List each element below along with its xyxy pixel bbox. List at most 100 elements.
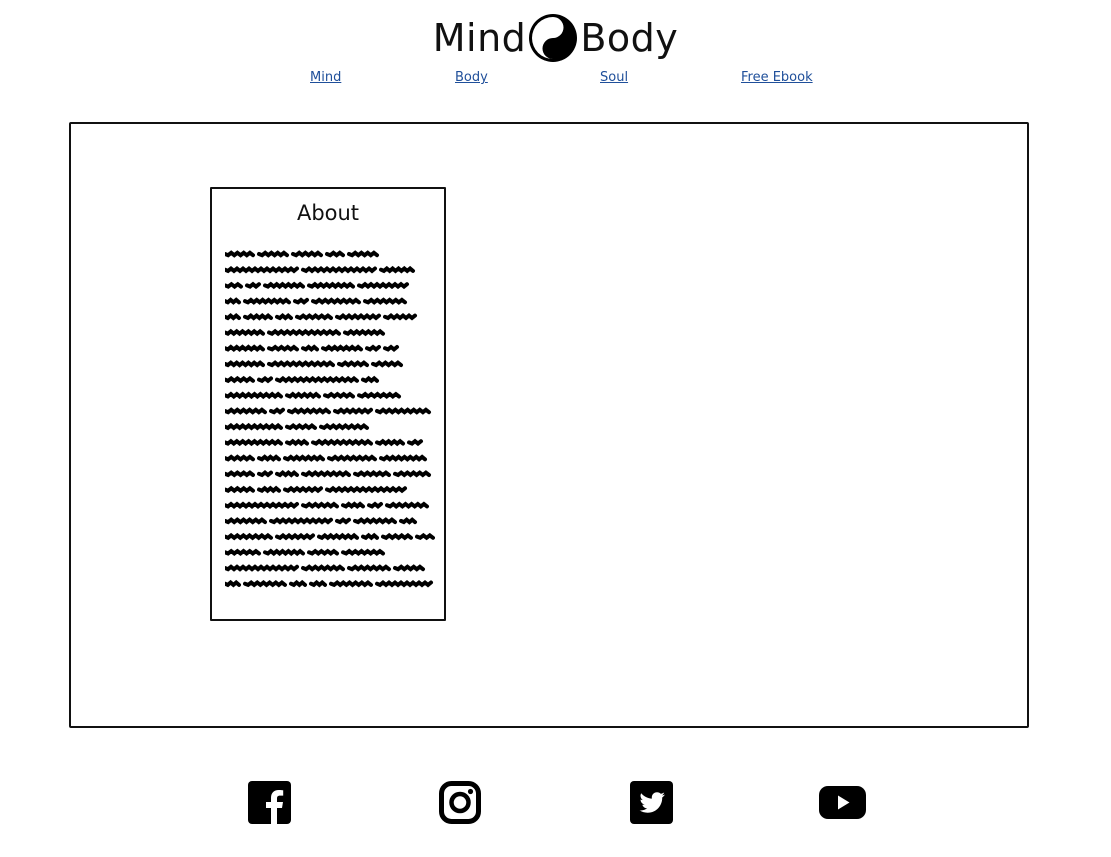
scribble-word <box>225 470 255 478</box>
scribble-word <box>225 375 255 384</box>
scribble-word <box>287 407 331 415</box>
scribble-word <box>341 501 365 510</box>
scribble-word <box>325 485 407 494</box>
scribble-word <box>225 548 261 557</box>
scribble-word <box>225 344 265 352</box>
scribble-word <box>379 265 415 274</box>
scribble-word <box>415 532 435 541</box>
scribble-word <box>393 470 431 478</box>
scribble-word <box>383 313 417 321</box>
scribble-word <box>375 407 431 415</box>
scribble-word <box>335 517 351 525</box>
scribble-word <box>383 344 399 352</box>
scribble-word <box>225 281 243 290</box>
scribble-word <box>301 470 351 478</box>
scribble-word <box>301 501 339 509</box>
scribble-word <box>225 438 283 447</box>
scribble-word <box>283 454 325 462</box>
scribble-word <box>371 360 403 368</box>
scribble-word <box>225 454 255 462</box>
logo-word-left: Mind <box>432 15 527 60</box>
scribble-word <box>267 360 335 368</box>
scribble-word <box>375 579 433 588</box>
site-logo[interactable]: Mind Body <box>0 10 1111 63</box>
scribble-word <box>285 391 321 400</box>
scribble-word <box>225 407 267 415</box>
about-card: About <box>210 187 446 621</box>
scribble-word <box>385 501 429 509</box>
scribble-word <box>257 485 281 494</box>
scribble-word <box>275 532 315 541</box>
scribble-word <box>343 328 385 337</box>
scribble-word <box>307 281 355 290</box>
scribble-word <box>225 250 255 258</box>
scribble-word <box>301 265 377 274</box>
scribble-word <box>225 532 273 541</box>
twitter-icon <box>630 781 673 824</box>
logo-word-right: Body <box>580 15 679 60</box>
scribble-word <box>357 391 401 400</box>
youtube-icon <box>819 786 866 819</box>
scribble-word <box>275 312 293 321</box>
scribble-word <box>325 250 345 258</box>
scribble-word <box>341 548 385 557</box>
scribble-word <box>257 470 273 478</box>
facebook-link[interactable] <box>248 781 291 828</box>
scribble-word <box>375 438 405 447</box>
scribble-word <box>321 344 363 352</box>
scribble-word <box>323 391 355 400</box>
nav-link-mind[interactable]: Mind <box>310 70 341 85</box>
scribble-word <box>225 328 265 337</box>
scribble-word <box>243 312 273 321</box>
scribble-word <box>243 579 287 588</box>
nav-link-body[interactable]: Body <box>455 70 488 85</box>
scribble-word <box>263 281 305 290</box>
nav-link-free-ebook[interactable]: Free Ebook <box>741 70 813 85</box>
scribble-word <box>365 344 381 352</box>
scribble-word <box>311 438 373 447</box>
scribble-word <box>263 548 305 557</box>
scribble-word <box>337 360 369 368</box>
scribble-word <box>367 501 383 509</box>
scribble-word <box>275 469 299 478</box>
scribble-word <box>357 281 409 290</box>
scribble-word <box>399 517 417 525</box>
scribble-word <box>225 297 241 305</box>
scribble-word <box>317 532 359 541</box>
scribble-word <box>225 501 299 509</box>
scribble-word <box>225 360 265 368</box>
about-title: About <box>296 201 360 225</box>
scribble-word <box>307 548 339 557</box>
scribble-word <box>407 438 423 447</box>
scribble-word <box>381 532 413 541</box>
scribble-word <box>361 532 379 541</box>
scribble-word <box>289 579 307 588</box>
scribble-word <box>335 313 381 321</box>
scribble-word <box>225 265 299 274</box>
scribble-word <box>285 422 317 431</box>
scribble-word <box>363 297 407 305</box>
about-placeholder-text <box>225 250 435 588</box>
scribble-word <box>267 328 341 337</box>
scribble-word <box>361 375 379 384</box>
scribble-word <box>225 391 283 400</box>
scribble-word <box>347 250 379 258</box>
scribble-word <box>291 250 323 258</box>
nav-link-soul[interactable]: Soul <box>600 70 628 85</box>
scribble-word <box>319 422 369 431</box>
youtube-link[interactable] <box>819 786 866 823</box>
scribble-word <box>243 297 291 305</box>
scribble-word <box>257 250 289 258</box>
scribble-word <box>269 517 333 525</box>
scribble-word <box>225 422 283 431</box>
instagram-link[interactable] <box>439 781 481 828</box>
page: Mind Body Mind Body Soul Free Ebook Abou… <box>0 0 1111 857</box>
twitter-link[interactable] <box>630 781 673 828</box>
scribble-word <box>245 281 261 290</box>
facebook-icon <box>248 781 291 824</box>
scribble-word <box>283 485 323 494</box>
scribble-word <box>327 454 377 462</box>
scribble-word <box>225 579 241 588</box>
scribble-word <box>309 579 327 588</box>
scribble-word <box>267 344 299 352</box>
